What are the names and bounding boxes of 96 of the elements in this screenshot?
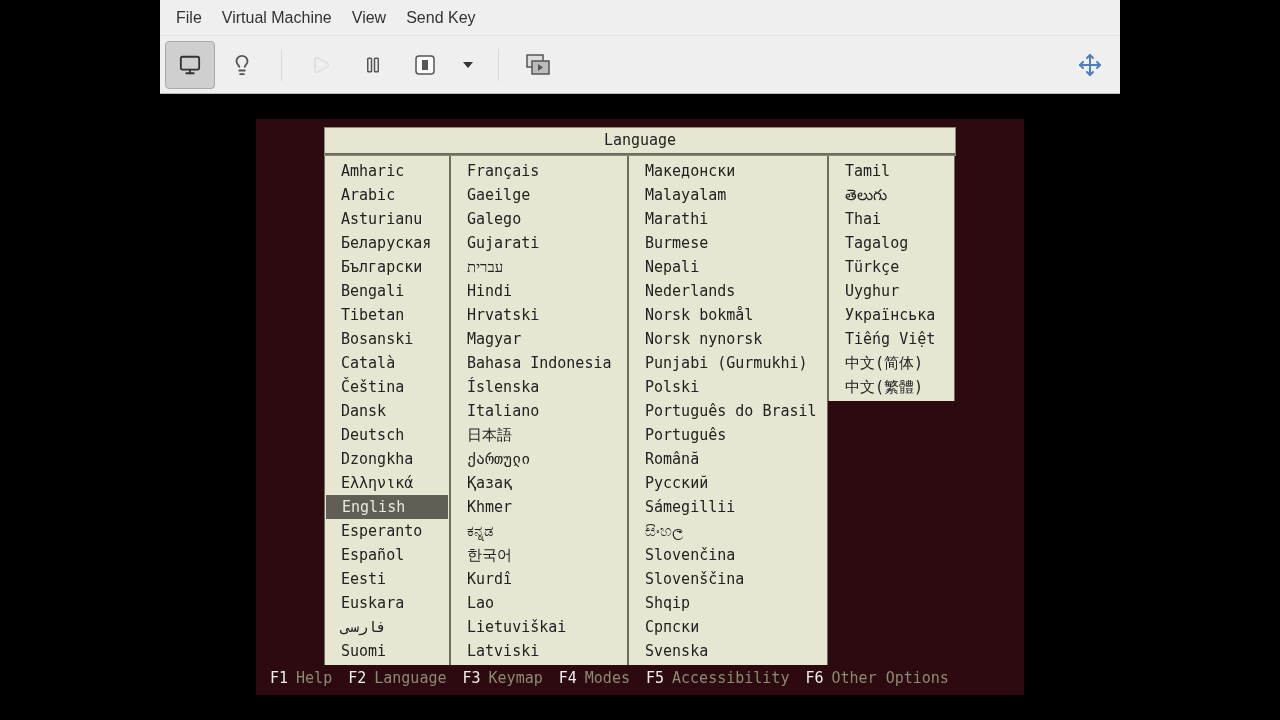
- language-option[interactable]: Shqip: [629, 591, 827, 615]
- language-option[interactable]: Català: [325, 351, 449, 375]
- language-option[interactable]: Tagalog: [829, 231, 954, 255]
- language-option[interactable]: Português do Brasil: [629, 399, 827, 423]
- language-option[interactable]: Svenska: [629, 639, 827, 663]
- language-option[interactable]: Română: [629, 447, 827, 471]
- language-option[interactable]: Беларуская: [325, 231, 449, 255]
- language-option[interactable]: Dzongkha: [325, 447, 449, 471]
- power-switch-icon: [414, 53, 436, 76]
- language-option[interactable]: Gaeilge: [451, 183, 627, 207]
- language-option[interactable]: Türkçe: [829, 255, 954, 279]
- caret-icon: [462, 60, 474, 69]
- language-option[interactable]: Македонски: [629, 159, 827, 183]
- language-option[interactable]: Burmese: [629, 231, 827, 255]
- language-option[interactable]: Suomi: [325, 639, 449, 663]
- language-option[interactable]: Eesti: [325, 567, 449, 591]
- language-option[interactable]: Arabic: [325, 183, 449, 207]
- language-option[interactable]: Lietuviškai: [451, 615, 627, 639]
- language-option[interactable]: Malayalam: [629, 183, 827, 207]
- function-key: F6: [805, 666, 824, 690]
- language-option[interactable]: עברית: [451, 255, 627, 279]
- language-option[interactable]: English: [326, 495, 448, 519]
- move-icon: [1078, 52, 1102, 77]
- function-key: F1: [270, 666, 289, 690]
- menu-item[interactable]: View: [343, 5, 395, 30]
- language-option[interactable]: Polski: [629, 375, 827, 399]
- language-option[interactable]: Français: [451, 159, 627, 183]
- language-option[interactable]: Íslenska: [451, 375, 627, 399]
- language-option[interactable]: Euskara: [325, 591, 449, 615]
- language-option[interactable]: Nederlands: [629, 279, 827, 303]
- language-option[interactable]: 日本語: [451, 423, 627, 447]
- language-option[interactable]: Kurdî: [451, 567, 627, 591]
- language-option[interactable]: فارسی: [325, 615, 449, 639]
- menu-item[interactable]: File: [168, 5, 210, 30]
- language-option[interactable]: Tibetan: [325, 303, 449, 327]
- language-option[interactable]: Slovenščina: [629, 567, 827, 591]
- language-option[interactable]: Italiano: [451, 399, 627, 423]
- language-option[interactable]: Lao: [451, 591, 627, 615]
- language-option[interactable]: ಕನ್ನಡ: [451, 519, 627, 543]
- language-option[interactable]: Norsk bokmål: [629, 303, 827, 327]
- function-key: F5: [645, 666, 665, 690]
- language-option[interactable]: Español: [325, 543, 449, 567]
- language-option[interactable]: Punjabi (Gurmukhi): [629, 351, 827, 375]
- language-option[interactable]: Uyghur: [829, 279, 954, 303]
- toolbar-button[interactable]: [165, 40, 215, 89]
- language-option[interactable]: 中文(繁體): [829, 375, 954, 399]
- language-option[interactable]: Українська: [829, 303, 954, 327]
- language-option[interactable]: Dansk: [325, 399, 449, 423]
- function-label[interactable]: Language: [374, 666, 447, 690]
- language-option[interactable]: 한국어: [451, 543, 627, 567]
- language-option[interactable]: Български: [325, 255, 449, 279]
- language-option[interactable]: Bengali: [325, 279, 449, 303]
- language-option[interactable]: Русский: [629, 471, 827, 495]
- screens-icon: [525, 52, 551, 77]
- menu-item[interactable]: Virtual Machine: [213, 5, 340, 30]
- language-option[interactable]: Српски: [629, 615, 827, 639]
- language-option[interactable]: Português: [629, 423, 827, 447]
- function-key: F3: [462, 666, 481, 690]
- language-option[interactable]: Tiếng Việt: [829, 327, 954, 351]
- language-option[interactable]: Sámegillii: [629, 495, 827, 519]
- language-option[interactable]: Čeština: [325, 375, 449, 399]
- language-option[interactable]: Nepali: [629, 255, 827, 279]
- function-label[interactable]: Modes: [584, 666, 630, 690]
- language-option[interactable]: Tamil: [829, 159, 954, 183]
- language-option[interactable]: Norsk nynorsk: [629, 327, 827, 351]
- language-option[interactable]: ქართული: [451, 447, 627, 471]
- language-option[interactable]: Thai: [829, 207, 954, 231]
- function-key: F2: [348, 666, 367, 690]
- menu-item[interactable]: Send Key: [398, 5, 484, 30]
- language-option[interactable]: Gujarati: [451, 231, 627, 255]
- language-option[interactable]: Asturianu: [325, 207, 449, 231]
- language-option[interactable]: Bosanski: [325, 327, 449, 351]
- language-option[interactable]: Amharic: [325, 159, 449, 183]
- language-option[interactable]: Bahasa Indonesia: [451, 351, 627, 375]
- monitor-icon: [179, 53, 201, 76]
- language-option[interactable]: Esperanto: [325, 519, 449, 543]
- function-label[interactable]: Help: [296, 666, 333, 690]
- language-option[interactable]: Ελληνικά: [325, 471, 449, 495]
- function-label[interactable]: Keymap: [488, 666, 543, 690]
- function-label[interactable]: Accessibility: [672, 666, 790, 690]
- language-option[interactable]: Қазақ: [451, 471, 627, 495]
- function-label[interactable]: Other Options: [831, 666, 949, 690]
- language-option[interactable]: Latviski: [451, 639, 627, 663]
- language-option[interactable]: తెలుగు: [829, 183, 954, 207]
- language-option[interactable]: Khmer: [451, 495, 627, 519]
- language-option[interactable]: Deutsch: [325, 423, 449, 447]
- language-option[interactable]: 中文(简体): [829, 351, 954, 375]
- language-option[interactable]: Magyar: [451, 327, 627, 351]
- language-option[interactable]: Galego: [451, 207, 627, 231]
- language-option[interactable]: Slovenčina: [629, 543, 827, 567]
- language-option[interactable]: සිංහල: [629, 519, 827, 543]
- language-option[interactable]: Hrvatski: [451, 303, 627, 327]
- language-option[interactable]: Marathi: [629, 207, 827, 231]
- language-option[interactable]: Hindi: [451, 279, 627, 303]
- function-key: F4: [558, 666, 577, 690]
- pause-icon: [364, 55, 382, 74]
